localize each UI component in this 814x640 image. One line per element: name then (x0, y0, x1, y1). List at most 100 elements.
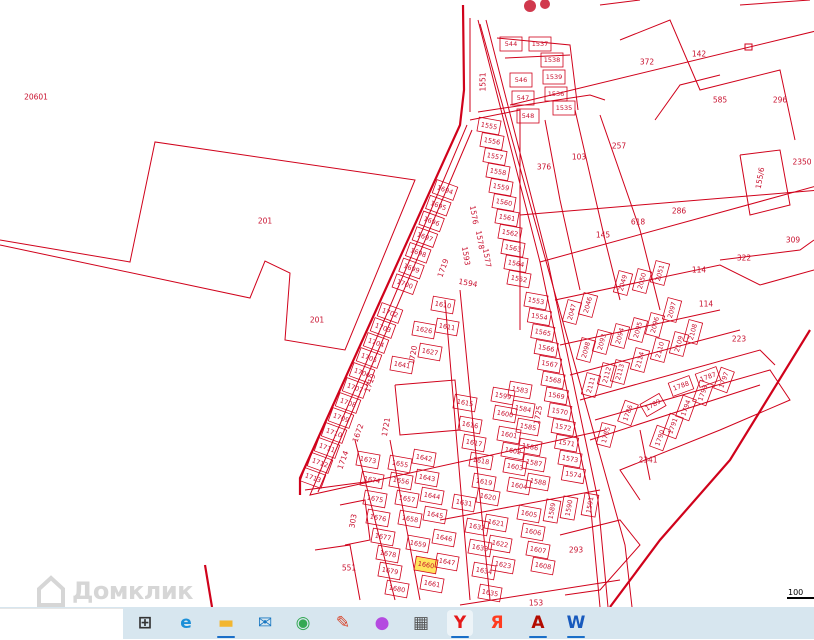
parcel[interactable]: 296 (773, 96, 788, 105)
parcel[interactable]: 1622 (487, 534, 513, 554)
parcel[interactable]: 153 (529, 599, 544, 608)
parcel[interactable]: 1586 (517, 437, 543, 457)
parcel[interactable]: 1659 (405, 534, 431, 554)
parcel[interactable]: 1619 (471, 472, 497, 492)
parcel[interactable]: 1616 (457, 415, 483, 435)
parcel[interactable]: 1626 (411, 320, 437, 340)
parcel[interactable]: 1591 (580, 492, 600, 518)
parcel[interactable]: 1563 (500, 239, 526, 258)
taskbar-search-input[interactable] (0, 608, 123, 640)
parcel[interactable]: 1556 (479, 132, 505, 151)
parcel[interactable]: 103 (572, 153, 587, 162)
parcel[interactable]: 2096 (644, 312, 666, 338)
parcel[interactable]: 2095 (627, 317, 649, 343)
parcel[interactable]: 142 (692, 50, 707, 59)
parcel[interactable]: 1658 (397, 509, 423, 529)
parcel[interactable]: 1555 (476, 116, 502, 136)
parcel[interactable]: 223 (732, 335, 747, 344)
parcel[interactable]: 1680 (384, 579, 410, 599)
parcel[interactable]: 145 (596, 231, 611, 240)
parcel[interactable]: 2049 (612, 270, 634, 296)
parcel[interactable]: 2112 (596, 362, 618, 388)
parcel[interactable]: 1553 (523, 291, 549, 311)
parcel[interactable]: 2050 (631, 268, 653, 294)
parcel[interactable]: 201 (310, 316, 325, 325)
taskbar-app-calculator[interactable]: ▦ (408, 610, 434, 636)
parcel[interactable]: 1558 (485, 162, 511, 182)
taskbar-app-yandex[interactable]: Я (484, 610, 510, 636)
parcel[interactable]: 1578 (474, 230, 486, 251)
parcel[interactable]: 376 (537, 163, 552, 172)
parcel[interactable]: 1646 (431, 528, 457, 548)
parcel[interactable]: 2110 (649, 337, 671, 363)
parcel[interactable]: 1539 (542, 69, 566, 85)
parcel[interactable]: 1789 (639, 392, 667, 418)
parcel[interactable]: 1576 (468, 205, 480, 226)
parcel[interactable]: 2350 (792, 158, 811, 167)
parcel[interactable]: 1568 (540, 370, 566, 390)
parcel[interactable]: 2114 (629, 347, 651, 373)
parcel[interactable]: 1725 (532, 405, 544, 426)
parcel[interactable]: 1618 (468, 451, 494, 471)
parcel[interactable]: 1647 (434, 552, 460, 572)
parcel[interactable]: 547 (511, 90, 535, 106)
parcel[interactable]: 1572 (550, 418, 576, 437)
parcel[interactable]: 1677 (370, 527, 396, 547)
parcel[interactable]: 1645 (422, 505, 448, 525)
parcel[interactable]: 1644 (419, 486, 445, 506)
parcel[interactable]: 1562 (497, 223, 523, 243)
parcel[interactable]: 1790 (649, 424, 671, 452)
parcel[interactable]: 1642 (411, 448, 437, 468)
parcel[interactable]: 114 (692, 266, 707, 275)
parcel[interactable]: 1600 (492, 404, 518, 424)
parcel[interactable]: 1679 (377, 561, 403, 581)
parcel[interactable]: 1560 (491, 193, 517, 212)
parcel[interactable]: 1574 (560, 465, 586, 485)
parcel[interactable]: 1564 (503, 254, 529, 273)
parcel[interactable]: 1552 (506, 269, 532, 289)
parcel[interactable]: 1721 (380, 417, 392, 438)
parcel[interactable]: 1797 (713, 366, 735, 394)
parcel[interactable]: 1657 (394, 489, 420, 509)
parcel[interactable]: 585 (713, 96, 728, 105)
parcel[interactable]: 1566 (533, 339, 559, 358)
parcel[interactable]: 1786 (617, 399, 639, 427)
parcel[interactable]: 1634 (471, 561, 497, 581)
taskbar-app-yandex-browser[interactable]: Y (447, 610, 473, 638)
parcel[interactable]: 551 (342, 564, 357, 573)
parcel[interactable]: 1551 (479, 72, 488, 91)
parcel[interactable]: 1661 (419, 574, 445, 594)
parcel[interactable]: 1672 (351, 422, 366, 443)
parcel[interactable]: 1559 (488, 177, 514, 197)
taskbar-app-paint[interactable]: ✎ (330, 610, 356, 636)
cadastral-map[interactable]: 20601 201 201 1551 372 142 585 296 376 103 257 2350… (0, 0, 814, 607)
taskbar-app-chrome[interactable]: ◉ (290, 610, 316, 636)
parcel[interactable]: 1565 (530, 323, 556, 342)
parcel[interactable]: 1590 (559, 495, 579, 521)
parcel[interactable]: 1714 (336, 449, 351, 470)
parcel[interactable]: 1676 (365, 508, 391, 528)
taskbar-app-file-explorer[interactable]: ▬ (213, 610, 239, 638)
parcel[interactable]: 1537 (528, 36, 552, 52)
parcel[interactable]: 257 (612, 142, 627, 151)
parcel[interactable]: 618 (631, 218, 646, 227)
parcel[interactable]: 303 (347, 513, 358, 529)
parcel[interactable]: 1594 (458, 277, 479, 289)
parcel[interactable]: 1643 (414, 468, 440, 488)
parcel[interactable]: 1577 (481, 248, 493, 269)
parcel[interactable]: 1535 (552, 100, 576, 116)
parcel[interactable]: 1794 (675, 394, 697, 422)
parcel[interactable]: 1569 (543, 386, 569, 406)
parcel[interactable]: 1673 (355, 450, 381, 470)
taskbar-app-acrobat[interactable]: A (525, 610, 551, 638)
taskbar-app-edge[interactable]: e (173, 610, 199, 636)
parcel[interactable]: 322 (737, 254, 752, 263)
parcel[interactable]: 20601 (24, 93, 48, 102)
parcel[interactable]: 114 (699, 300, 714, 309)
parcel[interactable]: 1785 (595, 422, 617, 448)
parcel[interactable]: 2111 (580, 372, 602, 398)
parcel[interactable]: 1601 (496, 425, 522, 445)
parcel[interactable]: 309 (786, 236, 801, 245)
parcel[interactable]: 1567 (537, 354, 563, 374)
parcel[interactable]: 1610 (430, 295, 456, 315)
